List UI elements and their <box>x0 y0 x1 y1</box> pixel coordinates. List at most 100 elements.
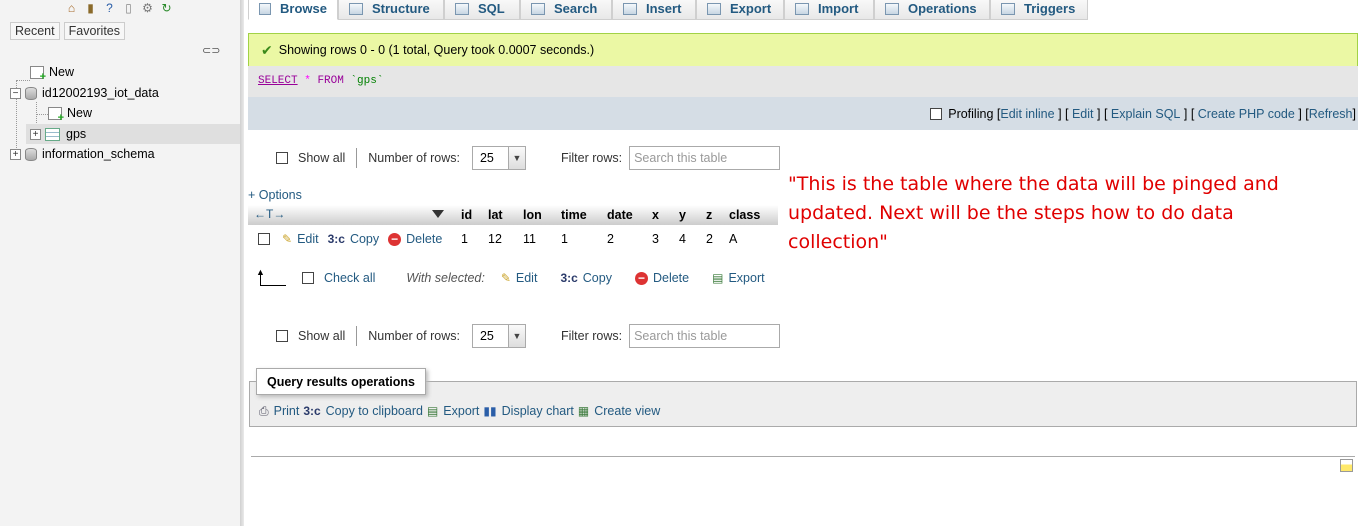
link-icon[interactable]: ⊂⊃ <box>202 44 220 57</box>
create-php-code-link[interactable]: Create PHP code <box>1198 107 1295 121</box>
tab-browse[interactable]: Browse <box>248 0 338 20</box>
explain-sql-link[interactable]: Explain SQL <box>1111 107 1180 121</box>
filter-rows-label: Filter rows: <box>560 329 623 343</box>
column-header-y[interactable]: y <box>674 208 701 222</box>
tab-search[interactable]: Search <box>520 0 612 20</box>
cell-y[interactable]: 4 <box>674 232 701 246</box>
favorites-tab[interactable]: Favorites <box>63 22 126 40</box>
show-all-label[interactable]: Show all <box>298 151 345 165</box>
copy-label: Copy <box>349 232 380 246</box>
tab-triggers[interactable]: Triggers <box>990 0 1088 20</box>
home-icon[interactable]: ⌂ <box>64 0 79 15</box>
column-header-id[interactable]: id <box>453 208 483 222</box>
cell-date[interactable]: 2 <box>602 232 647 246</box>
tab-insert[interactable]: Insert <box>612 0 696 20</box>
export-label: Export <box>728 271 765 285</box>
create-view-button[interactable]: ▦ Create view <box>578 404 660 418</box>
column-header-date[interactable]: date <box>602 208 647 222</box>
tree-new-database[interactable]: New <box>30 63 74 83</box>
expand-icon[interactable]: + <box>30 128 41 140</box>
copy-icon: 3:c <box>560 271 578 285</box>
table-navigation-top: Show all Number of rows: 25 ▼ Filter rows… <box>276 146 781 170</box>
check-all-label[interactable]: Check all <box>324 271 375 285</box>
row-copy-button[interactable]: 3:c Copy <box>328 232 380 246</box>
cell-x[interactable]: 3 <box>647 232 674 246</box>
row-edit-button[interactable]: ✎ Edit <box>282 232 319 246</box>
bulk-delete-button[interactable]: − Delete <box>634 271 689 285</box>
tab-sql[interactable]: SQL <box>444 0 520 20</box>
tab-operations[interactable]: Operations <box>874 0 990 20</box>
show-all-checkbox[interactable] <box>276 330 288 342</box>
docs-icon[interactable]: ▯ <box>121 0 136 15</box>
bulk-export-button[interactable]: ▤ Export <box>712 271 764 285</box>
tree-table-label[interactable]: gps <box>66 127 86 141</box>
help-icon[interactable]: ? <box>102 0 117 15</box>
column-header-class[interactable]: class <box>724 208 778 222</box>
tab-label: Operations <box>908 1 977 16</box>
column-header-lat[interactable]: lat <box>483 208 518 222</box>
cell-time[interactable]: 1 <box>556 232 602 246</box>
edit-sql-link[interactable]: Edit <box>1072 107 1094 121</box>
tree-db-label[interactable]: information_schema <box>42 147 155 161</box>
show-all-checkbox[interactable] <box>276 152 288 164</box>
filter-rows-input[interactable] <box>629 324 781 348</box>
cell-lon[interactable]: 11 <box>518 232 556 246</box>
cell-lat[interactable]: 12 <box>483 232 518 246</box>
collapse-icon[interactable]: − <box>10 87 21 99</box>
reload-icon[interactable]: ↻ <box>159 0 174 15</box>
tree-db-information-schema[interactable]: + information_schema <box>10 145 155 163</box>
column-header-time[interactable]: time <box>556 208 602 222</box>
database-icon <box>25 147 37 161</box>
success-text: Showing rows 0 - 0 (1 total, Query took … <box>278 43 595 57</box>
chevron-down-icon: ▼ <box>507 325 525 347</box>
tree-db-iot-data[interactable]: − id12002193_iot_data <box>10 84 159 102</box>
bulk-edit-button[interactable]: ✎ Edit <box>501 271 538 285</box>
show-all-label[interactable]: Show all <box>298 329 345 343</box>
edit-label: Edit <box>515 271 538 285</box>
rows-per-page-select[interactable]: 25 ▼ <box>471 324 526 348</box>
column-header-lon[interactable]: lon <box>518 208 556 222</box>
display-chart-button[interactable]: ▮▮ Display chart <box>483 404 573 418</box>
sql-icon <box>455 2 469 15</box>
tree-table-gps[interactable]: + gps <box>30 125 86 143</box>
export-icon: ▤ <box>426 404 439 418</box>
column-header-x[interactable]: x <box>647 208 674 222</box>
cell-z[interactable]: 2 <box>701 232 724 246</box>
sort-arrow-icon[interactable] <box>432 210 444 218</box>
sql-table-name: `gps` <box>350 75 384 87</box>
export-button[interactable]: ▤ Export <box>427 404 479 418</box>
filter-rows-input[interactable] <box>629 146 781 170</box>
column-header-z[interactable]: z <box>701 208 724 222</box>
panel-resizer[interactable] <box>240 0 244 526</box>
column-expand-icon[interactable]: ←T→ <box>254 207 285 221</box>
gear-icon[interactable]: ⚙ <box>140 0 155 15</box>
tree-db-new-table[interactable]: New <box>48 104 92 124</box>
refresh-link[interactable]: Refresh <box>1309 107 1353 121</box>
edit-inline-link[interactable]: Edit inline <box>1000 107 1054 121</box>
tab-structure[interactable]: Structure <box>338 0 444 20</box>
tree-new-table-label[interactable]: New <box>67 106 92 120</box>
check-all-checkbox[interactable] <box>302 272 314 284</box>
rows-per-page-select[interactable]: 25 ▼ <box>471 146 526 170</box>
cell-class[interactable]: A <box>724 232 778 246</box>
delete-icon: − <box>634 271 648 285</box>
row-checkbox[interactable] <box>258 233 270 245</box>
tab-import[interactable]: Import <box>784 0 874 20</box>
options-link[interactable]: + Options <box>248 188 302 202</box>
print-button[interactable]: ⎙ Print <box>259 404 299 419</box>
tab-label: Structure <box>372 1 430 16</box>
copy-to-clipboard-button[interactable]: 3:c Copy to clipboard <box>303 404 423 418</box>
expand-icon[interactable]: + <box>10 148 21 160</box>
logout-icon[interactable]: ▮ <box>83 0 98 15</box>
sql-select-keyword[interactable]: SELECT <box>258 75 298 87</box>
profiling-checkbox[interactable] <box>930 107 943 120</box>
bulk-copy-button[interactable]: 3:c Copy <box>560 271 612 285</box>
tree-new-label[interactable]: New <box>49 65 74 79</box>
tab-export[interactable]: Export <box>696 0 784 20</box>
cell-id[interactable]: 1 <box>453 232 483 246</box>
recent-tab[interactable]: Recent <box>10 22 60 40</box>
bookmark-icon[interactable] <box>1340 459 1353 472</box>
tree-db-label[interactable]: id12002193_iot_data <box>42 86 159 100</box>
copy-icon: 3:c <box>303 404 321 418</box>
row-delete-button[interactable]: − Delete <box>388 232 442 246</box>
